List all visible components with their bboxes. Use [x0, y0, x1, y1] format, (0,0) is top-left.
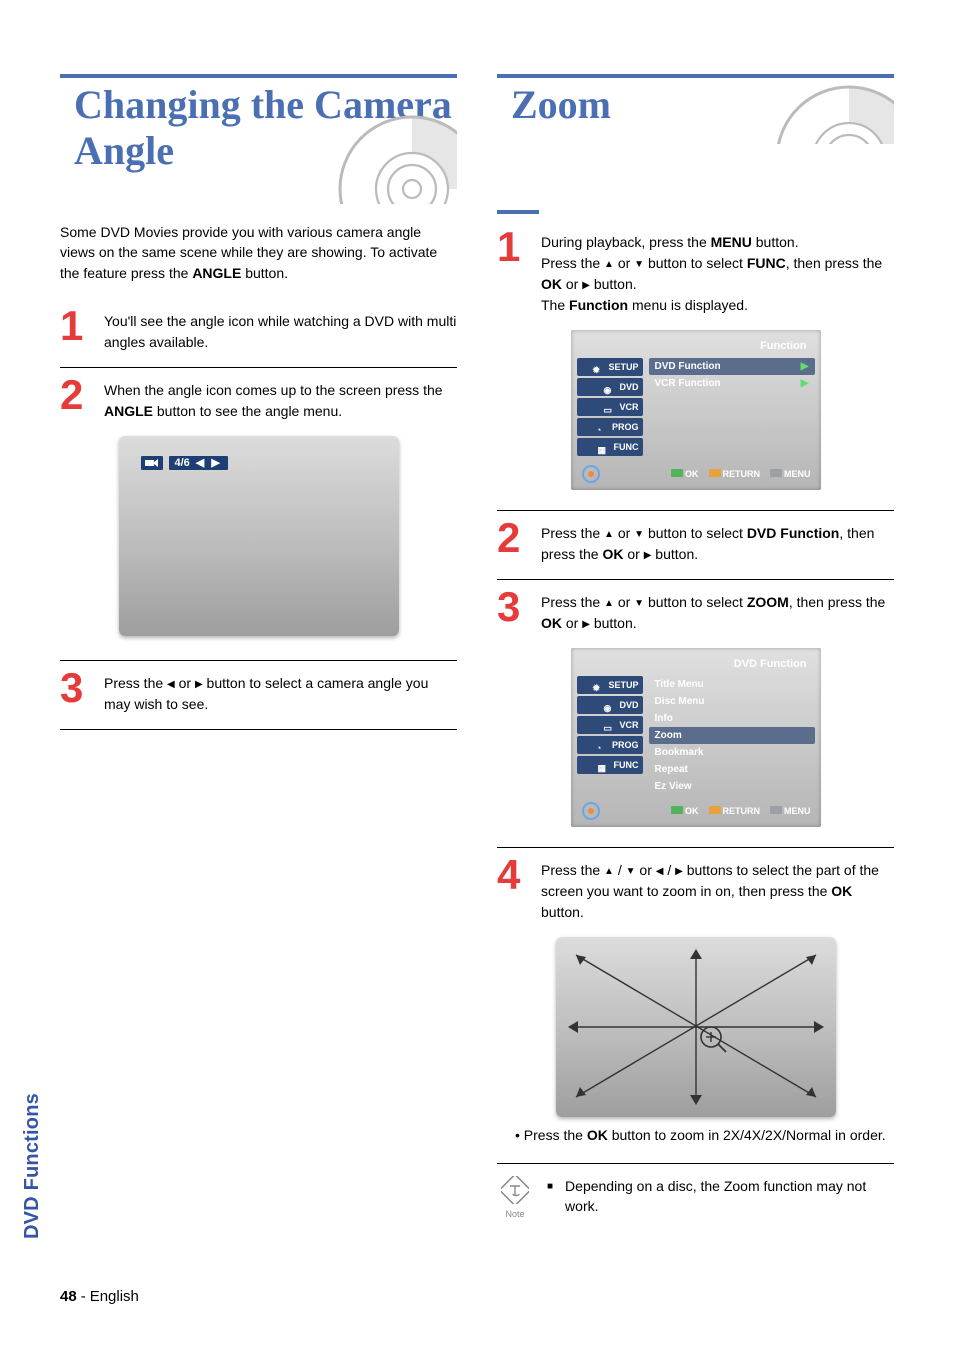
note-label: Note — [497, 1209, 533, 1219]
func-icon: ▦ — [598, 759, 612, 771]
gear-icon: ✹ — [592, 679, 606, 691]
step-block: 3 Press the ◀ or ▶ button to select a ca… — [60, 660, 457, 715]
osd-dvd-function-menu: DVD Function ✹SETUP ◉DVD ▭VCR ◔PROG ▦FUN… — [571, 648, 821, 827]
gear-icon: ✹ — [592, 361, 606, 373]
step-number: 3 — [497, 588, 527, 634]
step-text: When the angle icon comes up to the scre… — [104, 376, 457, 422]
note-text: Depending on a disc, the Zoom function m… — [565, 1176, 894, 1219]
vcr-icon: ▭ — [603, 401, 617, 413]
zoom-cycle-note: • Press the OK button to zoom in 2X/4X/2… — [515, 1127, 894, 1143]
step-number: 3 — [60, 669, 90, 715]
clock-icon: ◔ — [596, 739, 610, 751]
step-number: 2 — [60, 376, 90, 422]
dpad-icon — [581, 464, 601, 484]
zoom-target-mock — [556, 937, 836, 1117]
disc-graphic — [337, 114, 457, 204]
osd-row: Bookmark — [649, 744, 815, 761]
osd-side-item: ◉DVD — [577, 378, 643, 396]
step-number: 1 — [497, 228, 527, 316]
section-tab: DVD Functions — [21, 1093, 44, 1239]
osd-side-item: ▭VCR — [577, 398, 643, 416]
dvd-icon: ◉ — [603, 381, 617, 393]
osd-side-item: ◉DVD — [577, 696, 643, 714]
left-right-arrows-icon: ◀ ▶ — [196, 456, 222, 470]
vcr-icon: ▭ — [603, 719, 617, 731]
step-block: 1 You'll see the angle icon while watchi… — [60, 307, 457, 353]
step-text: Press the ▲ or ▼ button to select DVD Fu… — [541, 519, 894, 565]
osd-row: VCR Function▶ — [649, 375, 815, 392]
step-block: 4 Press the ▲ / ▼ or ◀ / ▶ buttons to se… — [497, 847, 894, 923]
osd-side-item: ✹SETUP — [577, 676, 643, 694]
step-text: During playback, press the MENU button.P… — [541, 228, 894, 316]
step-block: 1 During playback, press the MENU button… — [497, 228, 894, 316]
accent-bar — [497, 210, 539, 214]
dpad-icon — [581, 801, 601, 821]
camera-icon — [141, 456, 163, 470]
osd-button-bar: OK RETURN MENU — [577, 795, 815, 823]
step-block: 2 When the angle icon comes up to the sc… — [60, 367, 457, 422]
step-text: Press the ▲ / ▼ or ◀ / ▶ buttons to sele… — [541, 856, 894, 923]
step-block: 2 Press the ▲ or ▼ button to select DVD … — [497, 510, 894, 565]
angle-osd: 4/6 ◀ ▶ — [141, 456, 377, 470]
step-number: 4 — [497, 856, 527, 923]
angle-tv-mock: 4/6 ◀ ▶ — [119, 436, 399, 636]
note-icon — [501, 1176, 529, 1204]
osd-title: Function — [577, 336, 815, 358]
osd-side-item: ◔PROG — [577, 418, 643, 436]
osd-row: Ez View — [649, 778, 815, 795]
osd-title: DVD Function — [577, 654, 815, 676]
func-icon: ▦ — [598, 441, 612, 453]
right-title-block: Zoom — [497, 74, 894, 144]
osd-row: DVD Function▶ — [649, 358, 815, 375]
disc-graphic — [774, 84, 894, 144]
angle-counter: 4/6 — [175, 456, 190, 470]
osd-side-item: ▦FUNC — [577, 756, 643, 774]
osd-function-menu: Function ✹SETUP ◉DVD ▭VCR ◔PROG ▦FUNC DV… — [571, 330, 821, 490]
osd-button-bar: OK RETURN MENU — [577, 458, 815, 486]
osd-row: Info — [649, 710, 815, 727]
osd-side-item: ✹SETUP — [577, 358, 643, 376]
osd-row: Zoom — [649, 727, 815, 744]
page-language: English — [90, 1288, 139, 1305]
step-text: Press the ▲ or ▼ button to select ZOOM, … — [541, 588, 894, 634]
step-number: 2 — [497, 519, 527, 565]
page-footer: 48-English — [60, 1288, 139, 1305]
step-text: You'll see the angle icon while watching… — [104, 307, 457, 353]
step-number: 1 — [60, 307, 90, 353]
left-intro: Some DVD Movies provide you with various… — [60, 222, 457, 283]
square-bullet-icon: ■ — [547, 1176, 553, 1219]
step-text: Press the ◀ or ▶ button to select a came… — [104, 669, 457, 715]
osd-side-item: ◔PROG — [577, 736, 643, 754]
osd-row: Title Menu — [649, 676, 815, 693]
dvd-icon: ◉ — [603, 699, 617, 711]
left-title-block: Changing the Camera Angle — [60, 74, 457, 204]
left-column: Changing the Camera Angle Some DVD Movie… — [60, 74, 457, 1219]
osd-side-item: ▭VCR — [577, 716, 643, 734]
page-number: 48 — [60, 1288, 77, 1305]
right-column: Zoom 1 During playback, press the MENU b… — [497, 74, 894, 1219]
osd-row: Repeat — [649, 761, 815, 778]
clock-icon: ◔ — [596, 421, 610, 433]
osd-side-item: ▦FUNC — [577, 438, 643, 456]
note-block: Note ■ Depending on a disc, the Zoom fun… — [497, 1163, 894, 1219]
osd-row: Disc Menu — [649, 693, 815, 710]
step-block: 3 Press the ▲ or ▼ button to select ZOOM… — [497, 579, 894, 634]
